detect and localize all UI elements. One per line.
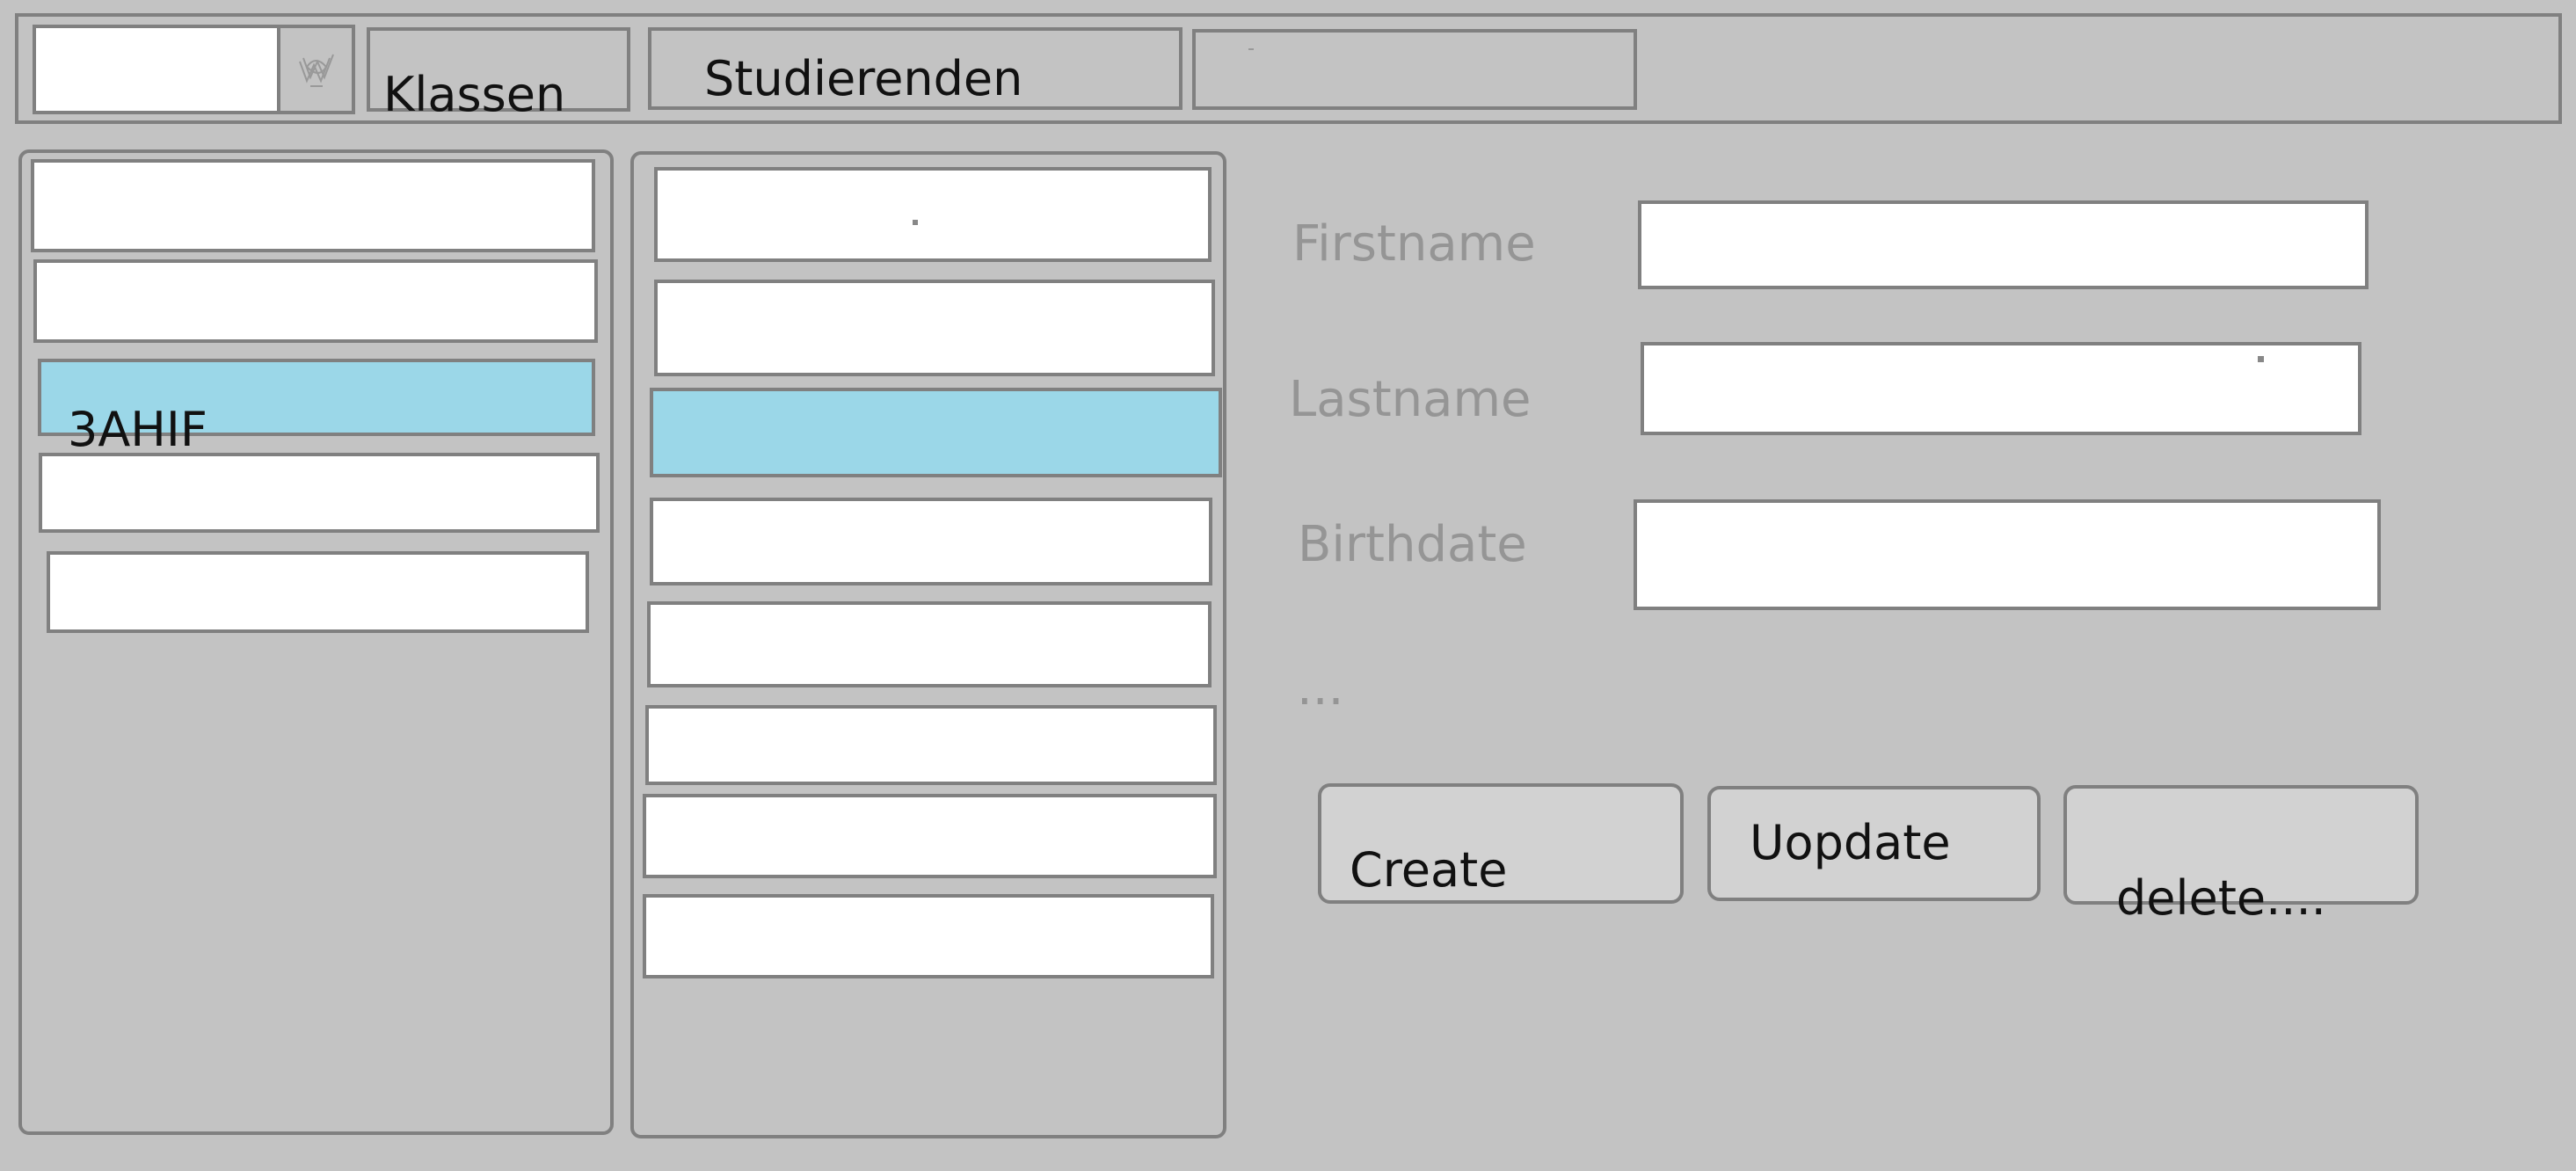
create-button[interactable]: Create [1318, 783, 1684, 904]
create-button-label: Create [1350, 842, 1508, 898]
student-list-item[interactable] [643, 894, 1214, 978]
search-cursor-dots [1248, 48, 1254, 50]
class-list-item-selected[interactable]: 3AHIF [38, 359, 595, 454]
class-list-item[interactable] [39, 453, 600, 533]
class-list-item-label: 3AHIF [68, 402, 207, 457]
tab-studierenden[interactable]: Studierenden [648, 27, 1182, 110]
delete-button-label: delete.... [2116, 870, 2326, 926]
tab-studierenden-label: Studierenden [704, 51, 1023, 106]
birthdate-label: Birthdate [1298, 516, 1527, 573]
combo-box-input[interactable] [33, 25, 281, 114]
class-list-item[interactable] [33, 259, 598, 343]
update-button-label: Uopdate [1750, 815, 1951, 870]
firstname-label: Firstname [1292, 215, 1536, 273]
delete-button[interactable]: delete.... [2063, 785, 2419, 922]
more-fields-label: ... [1297, 659, 1344, 716]
student-list-item[interactable] [647, 601, 1212, 687]
class-list-item[interactable] [31, 159, 595, 252]
lastname-field[interactable] [1641, 342, 2361, 435]
class-list-item[interactable] [47, 551, 589, 633]
combo-box-dropdown-button[interactable] [277, 25, 355, 114]
dropdown-icon [299, 54, 334, 87]
search-field[interactable] [1192, 29, 1637, 110]
student-list-item-selected[interactable] [650, 388, 1222, 477]
firstname-field[interactable] [1638, 200, 2369, 289]
student-list-item[interactable] [654, 280, 1215, 376]
birthdate-field[interactable] [1634, 499, 2381, 610]
student-list-item[interactable] [650, 498, 1212, 586]
student-list-item[interactable] [643, 794, 1217, 878]
student-list-item[interactable] [654, 167, 1212, 262]
tab-klassen-label: Klassen [383, 67, 566, 122]
lastname-label: Lastname [1289, 371, 1532, 428]
update-button[interactable]: Uopdate [1707, 786, 2041, 901]
tab-klassen[interactable]: Klassen [367, 27, 630, 119]
student-list-item[interactable] [645, 705, 1217, 785]
